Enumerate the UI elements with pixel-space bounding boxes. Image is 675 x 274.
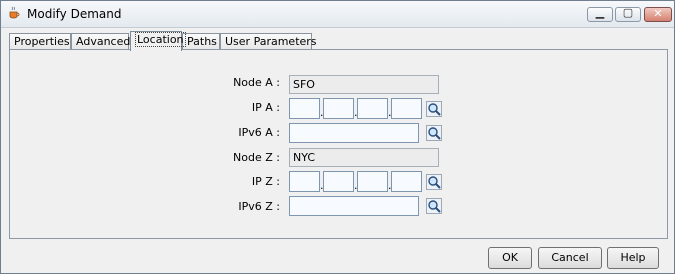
window-title: Modify Demand	[27, 7, 122, 21]
modify-demand-dialog: Modify Demand ▁ ▢ ✕ Properties Advanced …	[0, 0, 675, 274]
maximize-button[interactable]: ▢	[615, 6, 641, 22]
ipv6-z-field[interactable]	[289, 196, 419, 216]
ip-z-octet-4[interactable]	[391, 171, 422, 192]
magnifier-icon[interactable]	[426, 198, 442, 214]
tab-properties[interactable]: Properties	[9, 33, 71, 50]
tab-label: User Parameters	[225, 35, 317, 48]
node-a-field[interactable]: SFO	[289, 75, 439, 94]
title-bar[interactable]: Modify Demand ▁ ▢ ✕	[1, 1, 674, 28]
ipv6-a-label: IPv6 A :	[238, 126, 280, 139]
magnifier-icon[interactable]	[426, 174, 442, 190]
tab-location[interactable]: Location	[130, 31, 186, 51]
ipv6-z-label: IPv6 Z :	[238, 200, 280, 213]
node-z-label: Node Z :	[233, 151, 280, 164]
minimize-icon: ▁	[595, 6, 605, 19]
close-icon: ✕	[653, 7, 663, 20]
tab-label: Properties	[14, 35, 70, 48]
ip-a-octet-4[interactable]	[391, 98, 422, 119]
tab-advanced[interactable]: Advanced	[71, 33, 131, 50]
tab-label: Location	[135, 32, 186, 47]
ip-a-octet-2[interactable]	[323, 98, 354, 119]
java-cup-icon	[9, 6, 20, 19]
magnifier-icon[interactable]	[426, 101, 442, 117]
ip-z-octet-3[interactable]	[357, 171, 388, 192]
ip-a-label: IP A :	[251, 101, 280, 114]
ip-z-octet-2[interactable]	[323, 171, 354, 192]
close-button[interactable]: ✕	[644, 7, 672, 22]
tab-user-parameters[interactable]: User Parameters	[220, 33, 317, 50]
minimize-button[interactable]: ▁	[587, 6, 613, 22]
tab-label: Advanced	[76, 35, 131, 48]
ok-button[interactable]: OK	[488, 247, 532, 269]
help-button[interactable]: Help	[607, 247, 659, 269]
tab-label: Paths	[187, 35, 217, 48]
ip-a-octet-1[interactable]	[289, 98, 320, 119]
tab-paths[interactable]: Paths	[182, 33, 220, 50]
location-panel: Node A : SFO IP A : . . . IPv6 A : Node …	[9, 49, 668, 239]
ip-a-octet-3[interactable]	[357, 98, 388, 119]
node-z-field[interactable]: NYC	[289, 148, 439, 167]
magnifier-icon[interactable]	[426, 125, 442, 141]
cancel-button[interactable]: Cancel	[538, 247, 602, 269]
node-a-label: Node A :	[233, 76, 280, 89]
ip-z-octet-1[interactable]	[289, 171, 320, 192]
ip-z-label: IP Z :	[251, 175, 280, 188]
maximize-icon: ▢	[622, 6, 634, 19]
ipv6-a-field[interactable]	[289, 123, 419, 143]
